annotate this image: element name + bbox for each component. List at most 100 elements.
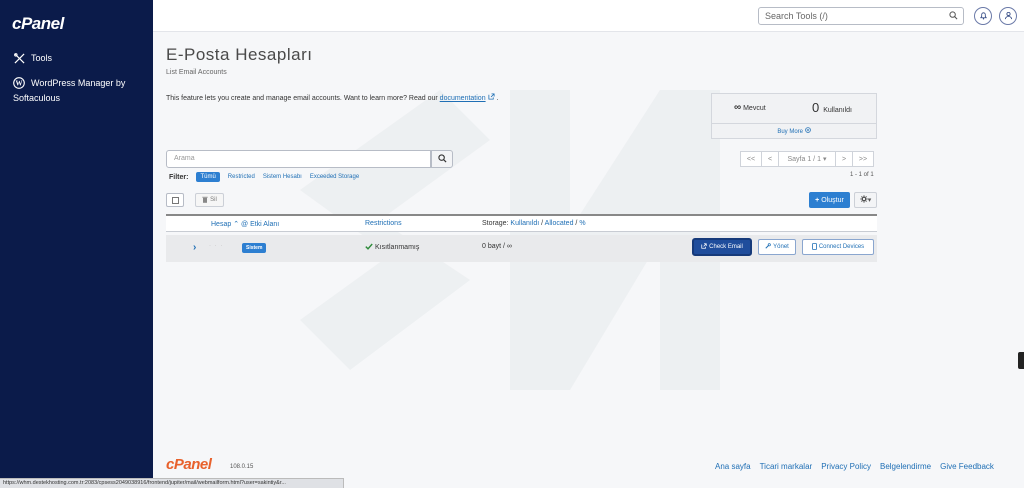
settings-dropdown-button[interactable]: ▾ [854, 192, 877, 208]
footer-link-documentation[interactable]: Belgelendirme [880, 462, 931, 471]
available-value: ∞ [734, 102, 742, 113]
trash-icon [202, 196, 208, 205]
mobile-device-icon [811, 242, 817, 252]
footer-link-privacy[interactable]: Privacy Policy [821, 462, 871, 471]
select-all-checkbox[interactable] [166, 193, 184, 207]
caret-down-icon: ▾ [867, 197, 872, 204]
page-select[interactable]: Sayfa 1 / 1 ▾ [778, 151, 836, 167]
filter-bar: Filter: Tümü Restricted Sistem Hesabı Ex… [169, 172, 359, 182]
next-page-button[interactable]: > [835, 151, 853, 167]
search-tools-input[interactable]: Search Tools (/) [758, 7, 964, 25]
footer-link-trademarks[interactable]: Ticari markalar [760, 462, 813, 471]
create-account-button[interactable]: + Oluştur [809, 192, 850, 208]
main-content: E-Posta Hesapları List Email Accounts Th… [153, 32, 1024, 488]
column-storage: Storage: Kullanıldı / Allocated / % [482, 220, 586, 227]
sort-asc-icon: ⌃ [233, 221, 240, 228]
system-account-badge: Sistem [242, 243, 267, 253]
results-count: 1 - 1 of 1 [850, 172, 874, 178]
search-icon[interactable] [949, 11, 958, 22]
feature-text: This feature lets you create and manage … [166, 95, 438, 102]
tools-icon [13, 52, 25, 64]
filter-exceeded-storage[interactable]: Exceeded Storage [310, 174, 359, 180]
sidebar-item-tools[interactable]: Tools [13, 51, 52, 66]
pagination: << < Sayfa 1 / 1 ▾ > >> [740, 151, 874, 167]
used-stat: 0 Kullanıldı [812, 100, 852, 115]
column-restrictions[interactable]: Restrictions [365, 220, 402, 227]
footer-link-home[interactable]: Ana sayfa [715, 462, 751, 471]
quota-stats-box: ∞ Mevcut 0 Kullanıldı Buy More [711, 93, 877, 139]
filter-all[interactable]: Tümü [196, 172, 220, 182]
account-search-placeholder: Arama [174, 155, 195, 162]
documentation-link[interactable]: documentation [440, 95, 486, 102]
first-page-button[interactable]: << [740, 151, 762, 167]
caret-down-icon: ▾ [822, 156, 827, 163]
buy-more-label: Buy More [777, 129, 803, 135]
used-value: 0 [812, 100, 820, 115]
connect-devices-button[interactable]: Connect Devices [802, 239, 874, 255]
feature-description: This feature lets you create and manage … [166, 93, 498, 102]
used-label: Kullanıldı [823, 107, 852, 114]
delete-button[interactable]: Sil [195, 193, 224, 207]
check-icon [365, 243, 373, 252]
cpanel-version: 108.0.15 [230, 464, 254, 470]
search-tools-placeholder: Search Tools (/) [765, 11, 828, 21]
svg-text:W: W [16, 80, 23, 88]
available-label: Mevcut [743, 105, 766, 112]
sidebar-item-label: WordPress Manager by [31, 78, 126, 88]
restriction-label: Kısıtlanmamış [375, 244, 420, 251]
table-row: › · · · Sistem Kısıtlanmamış 0 bayt / ∞ … [166, 235, 877, 262]
filter-label: Filter: [169, 173, 189, 181]
top-bar: Search Tools (/) [153, 0, 1024, 32]
plus-icon: + [815, 196, 820, 204]
expand-row-chevron-icon[interactable]: › [193, 242, 196, 253]
account-search-button[interactable] [431, 150, 453, 168]
page-select-label: Sayfa 1 / 1 [787, 155, 821, 163]
wordpress-icon: W [13, 77, 25, 89]
delete-label: Sil [210, 197, 217, 203]
check-email-label: Check Email [709, 244, 743, 250]
quota-stats-row: ∞ Mevcut 0 Kullanıldı [712, 94, 876, 124]
restriction-status: Kısıtlanmamış [365, 243, 419, 252]
gear-icon [860, 195, 868, 205]
user-icon [1004, 11, 1013, 22]
prev-page-button[interactable]: < [761, 151, 779, 167]
manage-button[interactable]: Yönet [758, 239, 796, 255]
filter-restricted[interactable]: Restricted [228, 174, 255, 180]
filter-system-account[interactable]: Sistem Hesabı [263, 174, 302, 180]
footer-link-feedback[interactable]: Give Feedback [940, 462, 994, 471]
user-menu-button[interactable] [999, 7, 1017, 25]
last-page-button[interactable]: >> [852, 151, 874, 167]
column-account-label: Hesap [211, 221, 232, 228]
sort-percent[interactable]: % [579, 220, 585, 227]
account-search-input[interactable]: Arama [166, 150, 431, 168]
search-icon [437, 153, 447, 165]
manage-label: Yönet [773, 244, 789, 250]
notifications-button[interactable] [974, 7, 992, 25]
available-stat: ∞ Mevcut [734, 102, 766, 113]
external-link-icon[interactable] [488, 93, 497, 102]
footer-links: Ana sayfa Ticari markalar Privacy Policy… [715, 462, 994, 471]
browser-status-url: https://whm.destekhosting.com.tr:2083/cp… [0, 478, 344, 488]
bell-icon [979, 11, 988, 22]
sort-allocated[interactable]: Allocated [545, 220, 574, 227]
column-domain-label: @ Etki Alanı [241, 221, 280, 228]
page-subtitle: List Email Accounts [166, 69, 227, 76]
check-email-button[interactable]: Check Email [692, 238, 752, 256]
sidebar-item-wordpress-manager[interactable]: W WordPress Manager by [13, 76, 148, 91]
wrench-icon [765, 243, 771, 251]
footer-cpanel-logo[interactable]: cPanel [166, 456, 212, 473]
cpanel-logo[interactable]: cPanel [12, 14, 64, 34]
storage-prefix: Storage: [482, 220, 509, 227]
connect-devices-label: Connect Devices [818, 244, 865, 250]
account-search: Arama [166, 150, 453, 168]
buy-more-link[interactable]: Buy More [712, 127, 876, 135]
external-link-icon [701, 243, 707, 251]
sidebar-item-label-line2: Softaculous [13, 93, 61, 103]
side-edge-tab[interactable] [1018, 352, 1024, 369]
sort-used[interactable]: Kullanıldı [510, 220, 539, 227]
column-account[interactable]: Hesap ⌃ @ Etki Alanı [211, 220, 279, 228]
plus-circle-icon [804, 127, 811, 135]
storage-usage: 0 bayt / ∞ [482, 243, 512, 250]
feature-suffix: . [496, 95, 499, 102]
sidebar-item-label: Tools [31, 53, 53, 63]
